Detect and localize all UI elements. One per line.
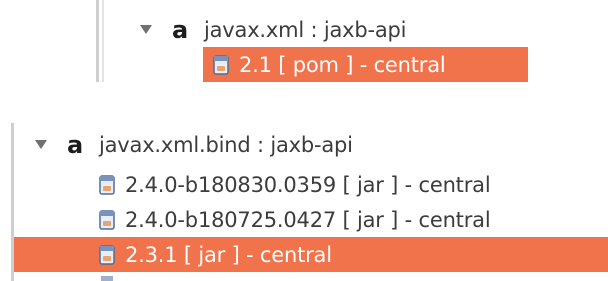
jar-icon — [99, 209, 115, 230]
version-label: 2.4.0-b180725.0427 [ jar ] - central — [125, 207, 491, 232]
group-label: javax.xml.bind : jaxb-api — [99, 132, 353, 157]
jar-icon — [99, 244, 115, 265]
tree-left-border-inner — [102, 0, 104, 82]
tree-version-row[interactable]: 2.4.0-b180830.0359 [ jar ] - central — [99, 167, 491, 202]
tree-left-border — [96, 0, 99, 82]
expand-arrow-icon[interactable] — [140, 25, 152, 34]
version-label: 2.1 [ pom ] - central — [239, 52, 446, 77]
artifact-group-icon: a — [67, 130, 83, 159]
next-row-hint — [101, 276, 113, 281]
tree-version-row[interactable]: 2.1 [ pom ] - central — [203, 47, 528, 82]
expand-arrow-icon[interactable] — [35, 140, 47, 149]
jar-icon — [213, 54, 229, 75]
tree-version-row[interactable]: 2.4.0-b180725.0427 [ jar ] - central — [99, 202, 491, 237]
group-label: javax.xml : jaxb-api — [204, 17, 407, 42]
version-label: 2.4.0-b180830.0359 [ jar ] - central — [125, 172, 491, 197]
jar-icon — [99, 174, 115, 195]
version-label: 2.3.1 [ jar ] - central — [125, 242, 332, 267]
artifact-group-icon: a — [172, 15, 188, 44]
tree-group-row[interactable]: a javax.xml.bind : jaxb-api — [33, 127, 353, 162]
tree-version-row[interactable]: 2.3.1 [ jar ] - central — [14, 237, 608, 272]
tree-group-row[interactable]: a javax.xml : jaxb-api — [138, 12, 407, 47]
